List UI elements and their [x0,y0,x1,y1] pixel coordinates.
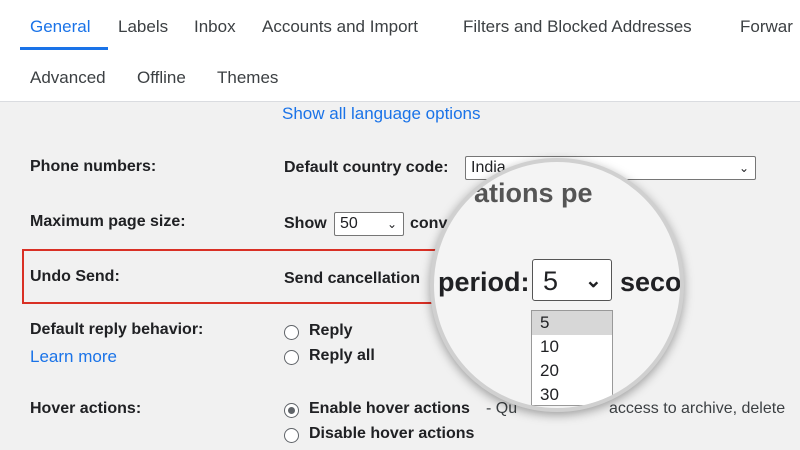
tab-general[interactable]: General [30,17,90,37]
tab-filters[interactable]: Filters and Blocked Addresses [463,17,692,37]
tab-accounts-and-import[interactable]: Accounts and Import [262,17,418,37]
chevron-down-icon: ⌄ [386,217,397,231]
page-size-value: 50 [340,215,358,232]
magnified-top-text: ations pe [474,178,593,208]
period-option-30[interactable]: 30 [532,383,612,407]
tab-labels[interactable]: Labels [118,17,168,37]
disable-hover-radio[interactable] [284,428,299,443]
magnified-seconds-label: seco [620,267,682,297]
tab-forwarding[interactable]: Forwar [740,17,793,37]
tab-offline[interactable]: Offline [137,68,186,88]
country-code-label: Default country code: [284,159,449,176]
page-size-show-label: Show [284,215,327,232]
tab-advanced[interactable]: Advanced [30,68,106,88]
show-all-language-options-link[interactable]: Show all language options [282,104,480,124]
reply-radio[interactable] [284,325,299,340]
chevron-down-icon: ⌄ [585,270,602,292]
default-reply-label: Default reply behavior: [30,321,204,338]
magnified-period-label: period: [438,267,530,297]
cancellation-period-value: 5 [543,266,559,296]
enable-hover-description-tail: access to archive, delete [609,400,786,417]
enable-hover-label: Enable hover actions [309,400,470,417]
tab-inbox[interactable]: Inbox [194,17,236,37]
hover-actions-label: Hover actions: [30,400,142,417]
reply-all-radio[interactable] [284,350,299,365]
learn-more-link[interactable]: Learn more [30,347,117,367]
tab-themes[interactable]: Themes [217,68,278,88]
period-option-20[interactable]: 20 [532,359,612,383]
period-option-5[interactable]: 5 [532,311,612,335]
disable-hover-label: Disable hover actions [309,425,475,442]
period-option-10[interactable]: 10 [532,335,612,359]
settings-tabs: General Labels Inbox Accounts and Import… [0,0,800,102]
page-size-select[interactable]: 50 ⌄ [334,212,404,236]
phone-numbers-label: Phone numbers: [30,158,157,175]
enable-hover-radio[interactable] [284,403,299,418]
undo-send-label: Undo Send: [30,268,120,285]
active-tab-indicator [20,47,108,50]
cancellation-period-select[interactable]: 5 ⌄ [532,259,612,301]
send-cancellation-label: Send cancellation [284,270,421,287]
max-page-size-label: Maximum page size: [30,213,186,230]
magnifier-lens: ations pe period: 5 ⌄ seco 5 10 20 30 [430,158,684,412]
reply-option-label: Reply [309,322,353,339]
reply-all-option-label: Reply all [309,347,375,364]
cancellation-period-options: 5 10 20 30 [531,310,613,406]
chevron-down-icon: ⌄ [738,161,749,175]
